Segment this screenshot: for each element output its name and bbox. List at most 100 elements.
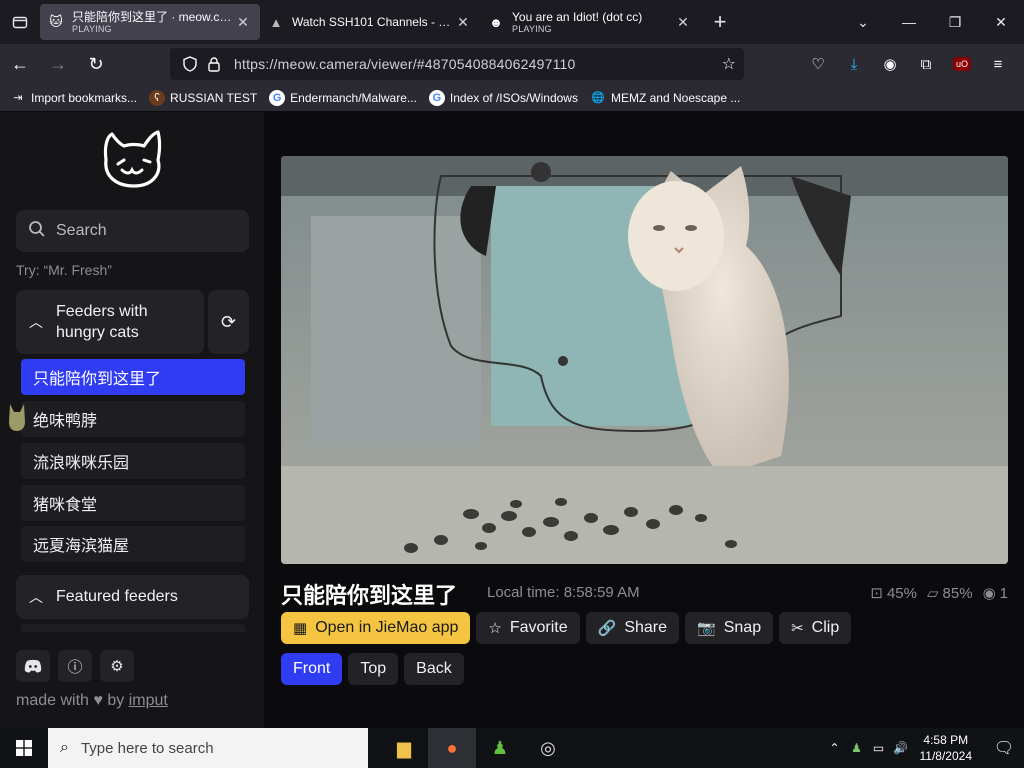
clip-button[interactable]: ✂ Clip xyxy=(779,612,852,644)
firefox-icon[interactable]: ● xyxy=(428,728,476,768)
bookmark-label: Endermanch/Malware... xyxy=(290,90,417,105)
snap-button[interactable]: 📷 Snap xyxy=(685,612,774,644)
windows-start-icon[interactable] xyxy=(0,728,48,768)
close-tab-icon[interactable]: ✕ xyxy=(674,13,692,31)
taskbar-search-placeholder: Type here to search xyxy=(80,739,214,757)
tab-meow-camera[interactable]: 🐱 只能陪你到这里了 · meow.camera PLAYING ✕ xyxy=(40,4,260,40)
ublock-origin-icon[interactable]: uO xyxy=(944,48,980,80)
feeder-item[interactable]: 流浪咪咪乐园 xyxy=(21,443,245,479)
pocket-icon[interactable]: ♡ xyxy=(800,48,836,80)
file-explorer-icon[interactable]: ▆ xyxy=(380,728,428,768)
tab-playing-label: PLAYING xyxy=(512,24,552,34)
refresh-icon: ⟳ xyxy=(220,311,237,332)
favorite-button[interactable]: ☆ Favorite xyxy=(476,612,580,644)
lock-icon[interactable] xyxy=(202,56,226,72)
new-tab-button[interactable]: + xyxy=(700,4,740,40)
user-icon[interactable]: ♟ xyxy=(846,741,868,755)
feeder-item[interactable]: 绝味鸭脖 xyxy=(21,401,245,437)
bookmark-russian-test[interactable]: ʕ RUSSIAN TEST xyxy=(149,89,258,106)
minimize-window-icon[interactable]: — xyxy=(886,0,932,44)
obs-icon[interactable]: ◎ xyxy=(524,728,572,768)
share-button[interactable]: 🔗 Share xyxy=(585,612,680,644)
view-back-button[interactable]: Back xyxy=(404,653,464,685)
shield-icon[interactable] xyxy=(178,56,202,72)
address-bar[interactable]: https://meow.camera/viewer/#487054088406… xyxy=(170,48,744,80)
bookmark-endermanch[interactable]: G Endermanch/Malware... xyxy=(269,89,417,106)
tab-title: Watch SSH101 Channels - Free xyxy=(292,15,454,29)
volume-icon[interactable]: 🔊 xyxy=(890,741,912,755)
extensions-icon[interactable]: ⧉ xyxy=(908,48,944,80)
feeder-stats: ⊡ 45% ▱ 85% ◉ 1 xyxy=(860,584,1008,603)
hungry-feeders-toggle[interactable]: ︿ Feeders with hungry cats xyxy=(16,290,204,354)
camera-video-feed[interactable] xyxy=(281,156,1008,564)
view-label: Top xyxy=(360,660,387,677)
cursor-cat-sticker-icon xyxy=(6,402,28,432)
forward-arrow-icon[interactable]: → xyxy=(40,46,76,82)
scissors-icon: ✂ xyxy=(791,620,804,637)
people-app-icon[interactable]: ♟ xyxy=(476,728,524,768)
heart-icon: ♥ xyxy=(93,692,103,709)
tab-list-icon xyxy=(12,16,28,29)
bookmark-isos[interactable]: G Index of /ISOs/Windows xyxy=(428,89,578,106)
battery-value: 85% xyxy=(942,584,973,602)
restore-window-icon[interactable]: ❐ xyxy=(932,0,978,44)
browser-nav-bar: ← → ↻ https://meow.camera/viewer/#487054… xyxy=(0,44,1024,84)
tab-title: You are an Idiot! (dot cc) xyxy=(512,10,643,24)
made-with-text: made with xyxy=(16,692,89,709)
open-in-app-button[interactable]: ▦ Open in JieMao app xyxy=(281,612,471,644)
feeder-label: 流浪咪咪乐园 xyxy=(33,455,130,472)
view-front-button[interactable]: Front xyxy=(281,653,343,685)
tab-ssh101[interactable]: ▲ Watch SSH101 Channels - Free ✕ xyxy=(260,4,480,40)
taskbar-search-input[interactable]: ⌕ Type here to search xyxy=(48,728,368,768)
credits: made with ♥ by imput xyxy=(16,692,168,710)
import-icon: ⇥ xyxy=(13,92,23,104)
eye-icon: ◉ xyxy=(982,585,996,602)
ssh-icon: ▲ xyxy=(269,14,283,30)
windows-taskbar: ⌕ Type here to search ▆ ● ♟ ◎ ⌃ ♟ ▭ 🔊 4:… xyxy=(0,728,1024,768)
bookmark-memz[interactable]: 🌐 MEMZ and Noescape ... xyxy=(590,90,740,106)
featured-feeders-toggle[interactable]: ︿ Featured feeders xyxy=(16,575,249,619)
notifications-icon[interactable]: 🗨 xyxy=(984,738,1024,758)
clock[interactable]: 4:58 PM 11/8/2024 xyxy=(920,732,973,764)
by-text: by xyxy=(107,692,125,709)
info-icon[interactable]: ⓘ xyxy=(58,650,92,682)
feeder-item[interactable]: 远夏海滨猫屋 xyxy=(21,526,245,562)
feeder-label: 绝味鸭脖 xyxy=(33,413,98,430)
settings-gear-icon[interactable]: ⚙ xyxy=(100,650,134,682)
feeder-item[interactable]: 猪咪食堂 xyxy=(21,485,245,521)
bookmark-label: RUSSIAN TEST xyxy=(170,90,258,105)
search-input[interactable]: Search xyxy=(16,210,249,252)
back-arrow-icon[interactable]: ← xyxy=(2,46,38,82)
menu-hamburger-icon[interactable]: ≡ xyxy=(980,48,1016,80)
author-link[interactable]: imput xyxy=(129,692,168,709)
tab-list-button[interactable] xyxy=(0,0,40,44)
open-in-app-label: Open in JieMao app xyxy=(315,619,459,636)
tab-playing-label: PLAYING xyxy=(72,24,112,34)
network-icon[interactable]: ▭ xyxy=(868,741,890,755)
cat-video-frame-image xyxy=(281,156,1008,564)
reload-icon[interactable]: ↻ xyxy=(78,46,114,82)
close-tab-icon[interactable]: ✕ xyxy=(454,13,472,31)
feeder-title: 只能陪你到这里了 xyxy=(281,583,458,608)
close-tab-icon[interactable]: ✕ xyxy=(234,13,252,31)
cat-logo-icon[interactable] xyxy=(98,130,168,192)
group-title: Feeders with hungry cats xyxy=(56,303,148,341)
viewers-stat: ◉ 1 xyxy=(982,584,1008,603)
battery-icon: ▱ xyxy=(926,585,939,602)
chevron-up-icon[interactable]: ⌃ xyxy=(824,741,846,755)
tab-idiot[interactable]: ☻ You are an Idiot! (dot cc) PLAYING ✕ xyxy=(480,4,700,40)
account-icon[interactable]: ◉ xyxy=(872,48,908,80)
camera-icon: 📷 xyxy=(697,620,716,637)
list-all-tabs-chevron-icon[interactable]: ⌄ xyxy=(840,0,886,44)
link-icon: 🔗 xyxy=(597,620,617,637)
snap-label: Snap xyxy=(723,619,762,636)
bookmark-label: Import bookmarks... xyxy=(31,90,138,105)
close-window-icon[interactable]: ✕ xyxy=(978,0,1024,44)
feeder-item[interactable]: 只能陪你到这里了 xyxy=(21,359,245,395)
discord-icon[interactable] xyxy=(16,650,50,682)
view-top-button[interactable]: Top xyxy=(348,653,399,685)
bookmark-import[interactable]: ⇥ Import bookmarks... xyxy=(10,90,137,106)
downloads-icon[interactable]: ⤓ xyxy=(836,48,872,80)
refresh-feeders-button[interactable]: ⟳ xyxy=(208,290,249,354)
bookmark-star-icon[interactable]: ☆ xyxy=(722,54,736,74)
